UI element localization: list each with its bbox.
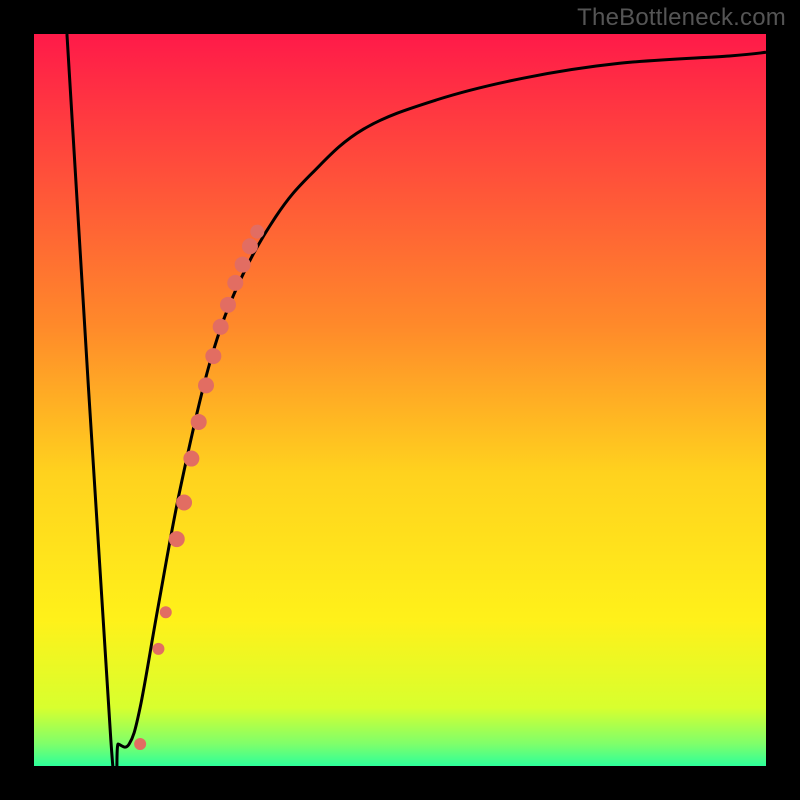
highlight-dot — [134, 738, 146, 750]
highlight-dot — [160, 606, 172, 618]
chart-frame: TheBottleneck.com — [0, 0, 800, 800]
highlight-dot — [169, 531, 185, 547]
highlight-dot — [152, 643, 164, 655]
highlight-dot — [191, 414, 207, 430]
highlight-dot — [235, 257, 251, 273]
highlight-dot — [250, 225, 264, 239]
plot-background — [34, 34, 766, 766]
highlight-dot — [198, 377, 214, 393]
highlight-dot — [183, 451, 199, 467]
highlight-dot — [242, 238, 258, 254]
highlight-dot — [213, 319, 229, 335]
highlight-dot — [220, 297, 236, 313]
highlight-dot — [205, 348, 221, 364]
highlight-dot — [227, 275, 243, 291]
highlight-dot — [176, 494, 192, 510]
bottleneck-chart — [0, 0, 800, 800]
